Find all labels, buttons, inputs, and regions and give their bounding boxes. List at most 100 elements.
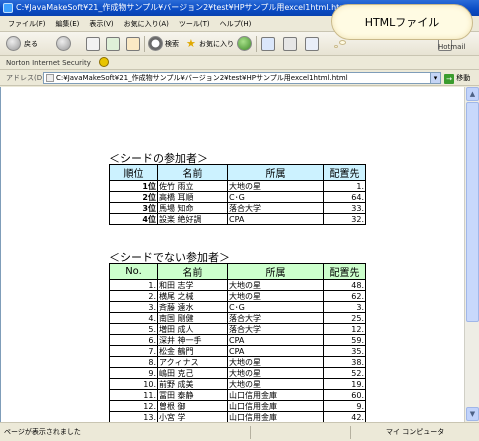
menu-edit[interactable]: 編集(E) [51, 16, 85, 32]
forward-icon[interactable] [56, 36, 71, 51]
back-icon[interactable] [6, 36, 21, 51]
go-arrow-icon: → [444, 74, 454, 84]
table-cell: 38. [323, 356, 366, 368]
column-header: 配置先 [323, 164, 366, 181]
table-cell: 落合大学 [227, 312, 324, 324]
status-bar: ページが表示されました マイ コンピュータ [0, 422, 479, 441]
table-cell: 増田 成人 [157, 323, 228, 335]
toolbar-separator [144, 36, 145, 52]
menu-tools[interactable]: ツール(T) [174, 16, 215, 32]
table-cell: 32. [323, 213, 366, 225]
callout-bubble: HTMLファイル [331, 4, 473, 48]
status-divider [250, 426, 251, 439]
table-cell: 33. [323, 202, 366, 214]
table-row: 5. 増田 成人 落合大学 12. [109, 323, 366, 335]
table-cell: 1. [323, 180, 366, 192]
stop-icon[interactable] [86, 37, 100, 51]
unseeded-table: No. 名前 所属 配置先 1. 和田 志学 大地の星 48. 2. 横尾 之械 大地の星… [109, 263, 366, 422]
menu-favorites[interactable]: お気に入り(A) [119, 16, 174, 32]
search-icon[interactable] [148, 36, 163, 51]
table-cell: 25. [323, 312, 366, 324]
table-cell: 横尾 之械 [157, 290, 228, 302]
table-row: 9. 嶋田 克己 大地の星 52. [109, 367, 366, 379]
table-cell: 1位 [109, 180, 158, 192]
address-url: C:¥JavaMakeSoft¥21_作成物サンプル¥バージョン2¥test¥H… [56, 74, 348, 82]
table-cell: 深井 神一手 [157, 334, 228, 346]
refresh-icon[interactable] [106, 37, 120, 51]
table-cell: 1. [109, 279, 158, 291]
table-cell: 冨田 泰静 [157, 389, 228, 401]
address-bar: アドレス(D) C:¥JavaMakeSoft¥21_作成物サンプル¥バージョン… [0, 70, 479, 86]
table-header-row: No. 名前 所属 配置先 [109, 263, 366, 280]
table-cell: 9. [109, 367, 158, 379]
status-zone: マイ コンピュータ [386, 428, 445, 436]
table-cell: 4位 [109, 213, 158, 225]
table-cell: CPA [227, 213, 324, 225]
table-cell: 9. [323, 400, 366, 412]
menu-help[interactable]: ヘルプ(H) [215, 16, 257, 32]
table-cell: 11. [109, 389, 158, 401]
table-cell: 60. [323, 389, 366, 401]
search-button-label[interactable]: 検索 [165, 36, 179, 52]
column-header: 名前 [157, 263, 228, 280]
toolbar-separator [256, 36, 257, 52]
vertical-scrollbar[interactable]: ▲ ▼ [464, 87, 479, 422]
table-cell: CPA [227, 334, 324, 346]
table-cell: 42. [323, 411, 366, 422]
table-cell: 19. [323, 378, 366, 390]
favorites-button-label[interactable]: お気に入り [199, 36, 234, 52]
table-cell: 3. [109, 301, 158, 313]
norton-toolbar: Norton Internet Security [0, 56, 479, 70]
mail-icon[interactable] [261, 37, 275, 51]
norton-icon[interactable] [99, 57, 110, 67]
table-cell: 35. [323, 345, 366, 357]
address-input[interactable]: C:¥JavaMakeSoft¥21_作成物サンプル¥バージョン2¥test¥H… [43, 72, 441, 84]
menu-view[interactable]: 表示(V) [84, 16, 118, 32]
go-button[interactable]: → 移動 [444, 72, 470, 84]
table-cell: 松金 鶴門 [157, 345, 228, 357]
edit-icon[interactable] [305, 37, 319, 51]
table-cell: 2位 [109, 191, 158, 203]
table-row: 1. 和田 志学 大地の星 48. [109, 279, 366, 291]
status-divider [350, 426, 351, 439]
menu-file[interactable]: ファイル(F) [0, 16, 51, 32]
table-cell: 48. [323, 279, 366, 291]
callout-tail [334, 45, 338, 48]
table-cell: 落合大学 [227, 202, 324, 214]
table-cell: 山口信用金庫 [227, 389, 324, 401]
print-icon[interactable] [283, 37, 297, 51]
column-header: 所属 [227, 164, 324, 181]
home-icon[interactable] [126, 37, 140, 51]
scroll-down-icon[interactable]: ▼ [466, 407, 479, 421]
table-cell: C･G [227, 301, 324, 313]
table-row: 6. 深井 神一手 CPA 59. [109, 334, 366, 346]
table-cell: 7. [109, 345, 158, 357]
table-cell: 59. [323, 334, 366, 346]
table-cell: 和田 志学 [157, 279, 228, 291]
table-cell: 62. [323, 290, 366, 302]
table-cell: CPA [227, 345, 324, 357]
table-cell: 2. [109, 290, 158, 302]
history-icon[interactable] [237, 36, 252, 51]
scrollbar-thumb[interactable] [466, 102, 479, 322]
table-row: 3. 斉藤 遠水 C･G 3. [109, 301, 366, 313]
chevron-down-icon[interactable]: ▾ [430, 72, 441, 84]
table-row: 1位 佐竹 雨立 大地の星 1. [109, 180, 366, 192]
table-cell: 山口信用金庫 [227, 411, 324, 422]
table-row: 12. 曽根 御山口信用金庫 9. [109, 400, 366, 412]
back-button-label[interactable]: 戻る [24, 36, 38, 52]
norton-label: Norton Internet Security [6, 59, 91, 67]
table-cell: 設楽 絶好調 [157, 213, 228, 225]
page-content: ＜シードの参加者＞ 順位 名前 所属 配置先 1位 佐竹 雨立 大地の星 1. 2位高… [0, 87, 464, 422]
column-header: No. [109, 263, 158, 280]
table-cell: 曽根 御 [157, 400, 228, 412]
favorites-icon[interactable]: ★ [186, 36, 196, 52]
column-header: 所属 [227, 263, 324, 280]
table-row: 2. 横尾 之械 大地の星 62. [109, 290, 366, 302]
table-row: 13. 小宮 学山口信用金庫 42. [109, 411, 366, 422]
table-header-row: 順位 名前 所属 配置先 [109, 164, 366, 181]
status-text: ページが表示されました [4, 428, 81, 436]
scroll-up-icon[interactable]: ▲ [466, 87, 479, 101]
seeded-table: 順位 名前 所属 配置先 1位 佐竹 雨立 大地の星 1. 2位 高橋 耳順 C･G 64.… [109, 164, 366, 225]
table-cell: 大地の星 [227, 378, 324, 390]
